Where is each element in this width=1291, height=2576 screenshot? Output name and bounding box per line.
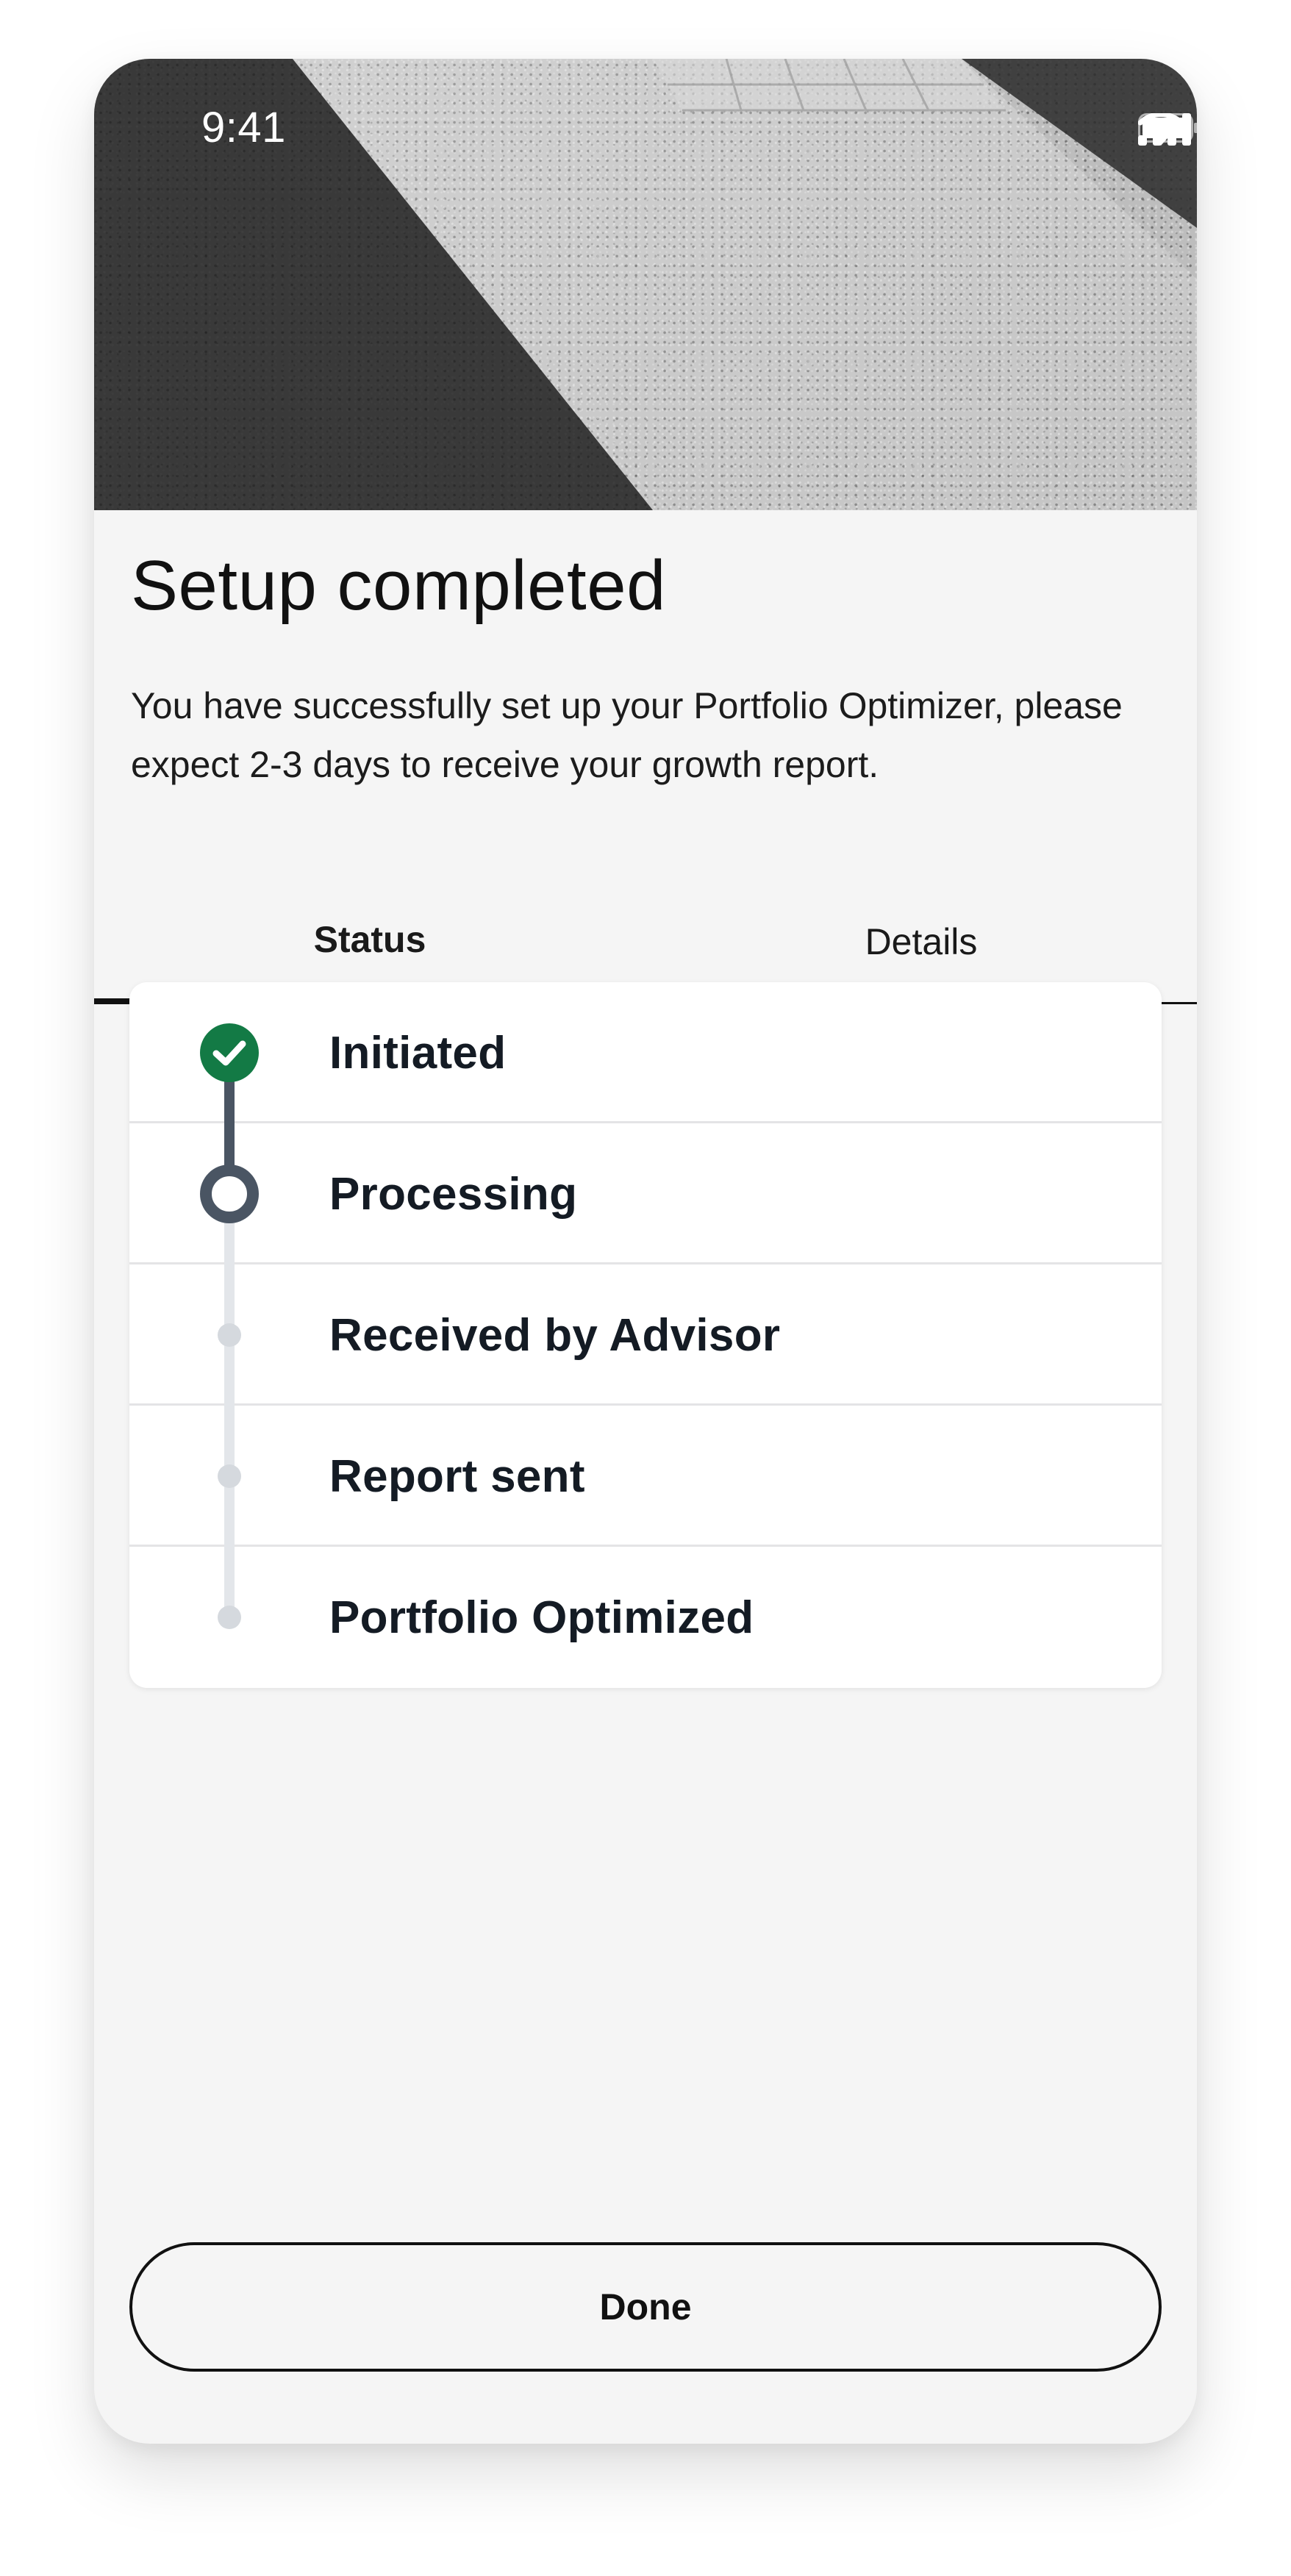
step-label: Report sent xyxy=(329,1450,585,1502)
pending-dot-icon xyxy=(218,1606,241,1629)
pending-dot-icon xyxy=(218,1464,241,1488)
step-label: Initiated xyxy=(329,1027,507,1078)
timeline-track xyxy=(200,1023,259,1629)
page-description: You have successfully set up your Portfo… xyxy=(131,685,1123,785)
battery-icon xyxy=(1138,113,1197,143)
hero-image: 9:41 xyxy=(94,59,1197,510)
page-title: Setup completed xyxy=(131,546,666,625)
step-label: Portfolio Optimized xyxy=(329,1592,754,1643)
status-bar: 9:41 xyxy=(94,59,1197,191)
status-time: 9:41 xyxy=(201,104,286,151)
status-timeline-card: Initiated Processing Received by Advisor… xyxy=(129,982,1162,1688)
check-circle-icon xyxy=(200,1023,259,1082)
step-label: Received by Advisor xyxy=(329,1309,781,1361)
step-label: Processing xyxy=(329,1168,578,1220)
current-step-ring-icon xyxy=(200,1164,259,1223)
phone-screen: 9:41 Setup completed You have successful… xyxy=(94,59,1197,2444)
pending-dot-icon xyxy=(218,1323,241,1347)
done-button[interactable]: Done xyxy=(129,2242,1162,2372)
